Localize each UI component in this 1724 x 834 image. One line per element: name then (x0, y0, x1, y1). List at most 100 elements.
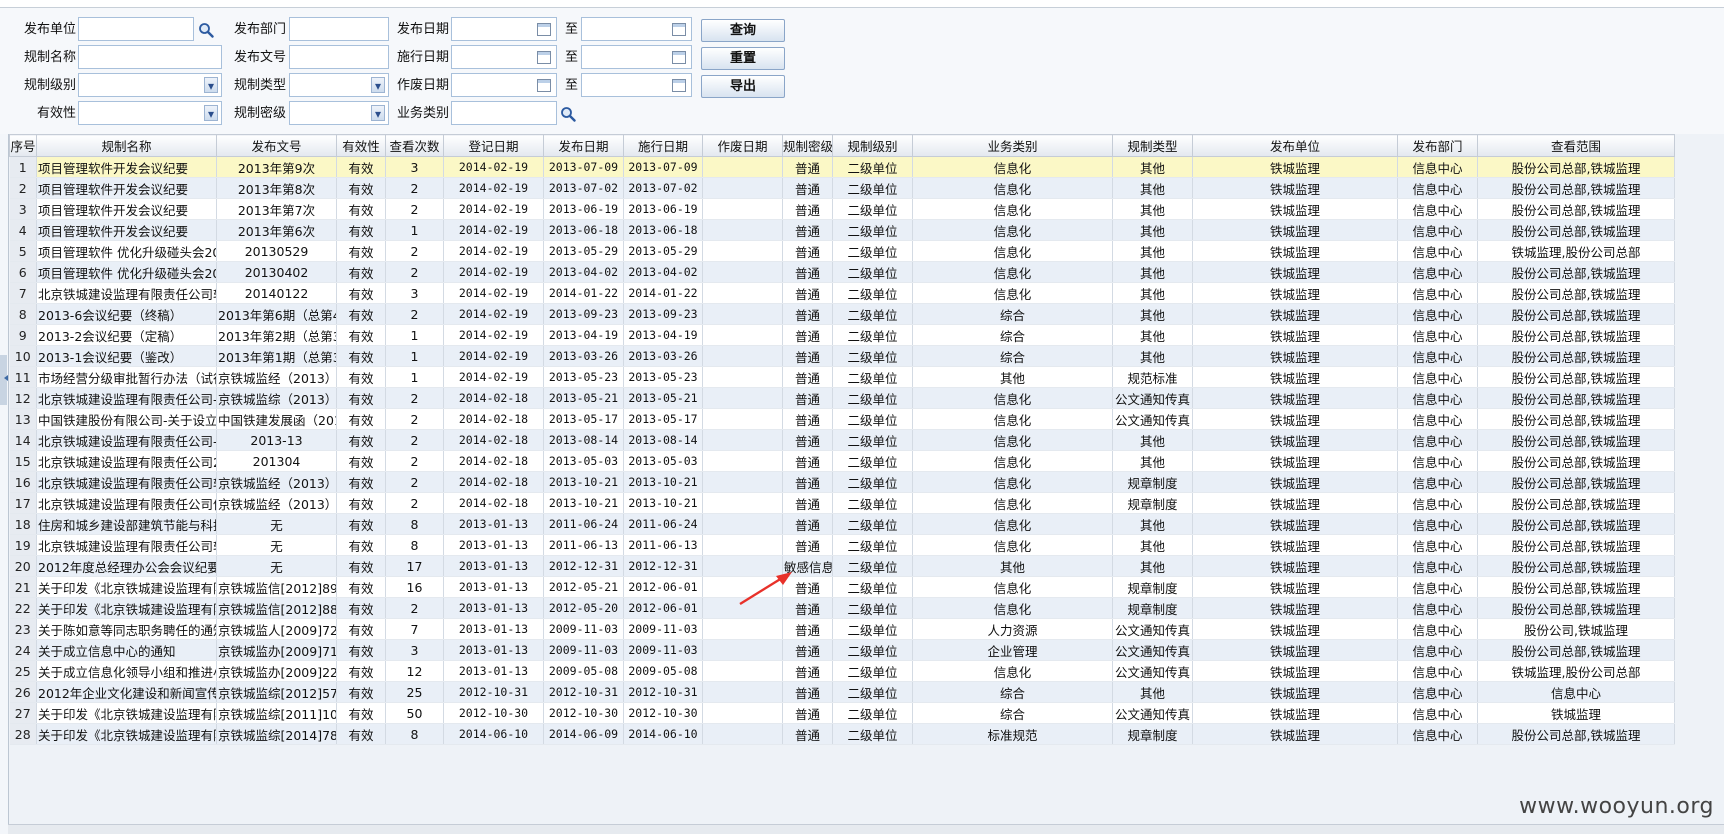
column-header[interactable]: 序号 (9, 134, 37, 157)
table-row[interactable]: 4 项目管理软件开发会议纪要 2013年第6次 有效 1 2014-02-19 2013-0… (9, 219, 1675, 241)
table-cell: 京铁城监综[2014]78号 (216, 723, 337, 745)
table-cell: 二级单位 (832, 282, 913, 304)
table-row[interactable]: 23关于陈如意等同志职务聘任的通知京铁城监人[2009]72号有效72013-0… (9, 618, 1675, 640)
table-cell: 综合 (912, 303, 1113, 325)
table-row[interactable]: 17北京铁城建设监理有限责任公司信京铁城监经（2013）12有效22014-02… (9, 492, 1675, 514)
void-date-to[interactable] (581, 73, 692, 97)
validity-select[interactable] (78, 101, 222, 125)
column-header[interactable]: 发布文号 (216, 134, 337, 157)
table-cell: 普通 (782, 387, 833, 409)
table-cell: 信息中心 (1397, 576, 1478, 598)
table-row[interactable]: 7 北京铁城建设监理有限责任公司软 20140122 有效 3 2014-02-19 201… (9, 282, 1675, 304)
table-row[interactable]: 21关于印发《北京铁城建设监理有限京铁城监信[2012]89号有效162013-… (9, 576, 1675, 598)
void-date-from[interactable] (451, 73, 557, 97)
table-cell: 2013年第9次 (216, 156, 337, 178)
table-cell: 11 (9, 366, 37, 388)
table-cell: 16 (385, 576, 444, 598)
table-cell: 26 (9, 681, 37, 703)
table-row[interactable]: 27关于印发《北京铁城建设监理有限京铁城监综[2011]105号有效502012… (9, 702, 1675, 724)
table-cell: 2013-08-14 (623, 429, 703, 451)
table-row[interactable]: 2 项目管理软件开发会议纪要 2013年第8次 有效 2 2014-02-19 2013-0… (9, 177, 1675, 199)
table-row[interactable]: 3 项目管理软件开发会议纪要 2013年第7次 有效 2 2014-02-19 2013-0… (9, 198, 1675, 220)
table-row[interactable]: 11市场经营分级审批暂行办法（试行京铁城监经（2013）64有效12014-02… (9, 366, 1675, 388)
table-cell: 2 (385, 387, 444, 409)
table-row[interactable]: 25关于成立信息化领导小组和推进小京铁城监办[2009]22号有效122013-… (9, 660, 1675, 682)
table-cell: 2 (385, 261, 444, 283)
column-header[interactable]: 规制级别 (832, 134, 913, 157)
table-row[interactable]: 15 北京铁城建设监理有限责任公司20 201304 有效 2 2014-02-18 201… (9, 450, 1675, 472)
table-row[interactable]: 14 北京铁城建设监理有限责任公司-扌 2013-13 有效 2 2014-02-18 20… (9, 429, 1675, 451)
table-row[interactable]: 5 项目管理软件 优化升级碰头会201 20130529 有效 2 2014-02-19 2… (9, 240, 1675, 262)
table-cell: 8 (385, 513, 444, 535)
table-cell: 信息中心 (1397, 387, 1478, 409)
column-header[interactable]: 查看次数 (385, 134, 444, 157)
table-cell: 普通 (782, 702, 833, 724)
table-cell: 2013-04-19 (543, 324, 624, 346)
table-cell: 2012-05-20 (543, 597, 624, 619)
table-row[interactable]: 20 2012年度总经理办公会会议纪要（无有效 17 2013-01-13 2012-1… (9, 555, 1675, 577)
table-cell: 2 (385, 597, 444, 619)
table-row[interactable]: 22关于印发《北京铁城建设监理有限京铁城监信[2012]88号有效22013-0… (9, 597, 1675, 619)
pub-no-input[interactable] (289, 45, 389, 69)
column-header[interactable]: 查看范围 (1477, 134, 1675, 157)
column-header[interactable]: 规制类型 (1112, 134, 1193, 157)
table-row[interactable]: 92013-2会议纪要（定稿）2013年第2期（总第37期有效12014-02-… (9, 324, 1675, 346)
table-cell: 普通 (782, 450, 833, 472)
table-cell: 有效 (336, 681, 386, 703)
table-cell: 信息中心 (1397, 303, 1478, 325)
column-header[interactable]: 业务类别 (912, 134, 1113, 157)
table-cell (702, 219, 783, 241)
secrecy-select[interactable] (289, 101, 389, 125)
column-header[interactable]: 登记日期 (443, 134, 544, 157)
pub-date-to-label: 至 (564, 22, 578, 37)
table-row[interactable]: 102013-1会议纪要（鉴改）2013年第1期（总第36期有效12014-02… (9, 345, 1675, 367)
collapse-panel-handle[interactable] (0, 355, 8, 405)
column-header[interactable]: 规制名称 (36, 134, 217, 157)
export-button[interactable]: 导出 (701, 75, 785, 98)
search-icon[interactable] (198, 22, 214, 38)
column-header[interactable]: 规制密级 (782, 134, 833, 157)
table-row[interactable]: 1 项目管理软件开发会议纪要 2013年第9次 有效 3 2014-02-19 2013-0… (9, 156, 1675, 178)
table-cell: 16 (9, 471, 37, 493)
pub-date-to[interactable] (581, 17, 692, 41)
query-button[interactable]: 查询 (701, 19, 785, 42)
table-row[interactable]: 19 北京铁城建设监理有限责任公司软无有效 8 2013-01-13 2011-06-1… (9, 534, 1675, 556)
table-row[interactable]: 18 住房和城乡建设部建筑节能与科技无有效 8 2013-01-13 2011-06-2… (9, 513, 1675, 535)
table-cell: 股份公司总部,铁城监理 (1477, 324, 1675, 346)
table-cell (702, 492, 783, 514)
table-row[interactable]: 262012年企业文化建设和新闻宣传工京铁城监综[2012]57号有效25201… (9, 681, 1675, 703)
table-row[interactable]: 16北京铁城建设监理有限责任公司软京铁城监经（2013）12有效22014-02… (9, 471, 1675, 493)
table-row[interactable]: 13中国铁建股份有限公司-关于设立中国铁建发展函（2013有效22014-02-… (9, 408, 1675, 430)
table-cell: 二级单位 (832, 471, 913, 493)
pub-date-from[interactable] (451, 17, 557, 41)
reg-type-select[interactable] (289, 73, 389, 97)
table-cell: 2013年第6次 (216, 219, 337, 241)
biz-type-input[interactable] (451, 101, 557, 125)
table-row[interactable]: 28关于印发《北京铁城建设监理有限京铁城监综[2014]78号有效82014-0… (9, 723, 1675, 745)
column-header[interactable]: 发布日期 (543, 134, 624, 157)
table-cell: 2012-10-30 (623, 702, 703, 724)
table-cell: 关于陈如意等同志职务聘任的通知 (36, 618, 217, 640)
column-header[interactable]: 作废日期 (702, 134, 783, 157)
reg-name-input[interactable] (78, 45, 222, 69)
table-cell: 普通 (782, 723, 833, 745)
table-cell: 普通 (782, 282, 833, 304)
table-cell: 2013-04-02 (623, 261, 703, 283)
reset-button[interactable]: 重置 (701, 47, 785, 70)
column-header[interactable]: 施行日期 (623, 134, 703, 157)
table-row[interactable]: 82013-6会议纪要（终稿）2013年第6期（总第41期有效22014-02-… (9, 303, 1675, 325)
search-icon[interactable] (560, 106, 576, 122)
column-header[interactable]: 有效性 (336, 134, 386, 157)
column-header[interactable]: 发布单位 (1192, 134, 1398, 157)
reg-level-select[interactable] (78, 73, 222, 97)
table-row[interactable]: 12北京铁城建设监理有限责任公司-京铁城监综（2013）65有效22014-02… (9, 387, 1675, 409)
pub-dept-input[interactable] (289, 17, 389, 41)
table-row[interactable]: 24关于成立信息中心的通知京铁城监办[2009]71号有效32013-01-13… (9, 639, 1675, 661)
table-cell: 二级单位 (832, 177, 913, 199)
impl-date-to[interactable] (581, 45, 692, 69)
pub-unit-input[interactable] (78, 17, 194, 41)
table-row[interactable]: 6 项目管理软件 优化升级碰头会201 20130402 有效 2 2014-02-19 2… (9, 261, 1675, 283)
impl-date-from[interactable] (451, 45, 557, 69)
column-header[interactable]: 发布部门 (1397, 134, 1478, 157)
table-cell: 二级单位 (832, 240, 913, 262)
